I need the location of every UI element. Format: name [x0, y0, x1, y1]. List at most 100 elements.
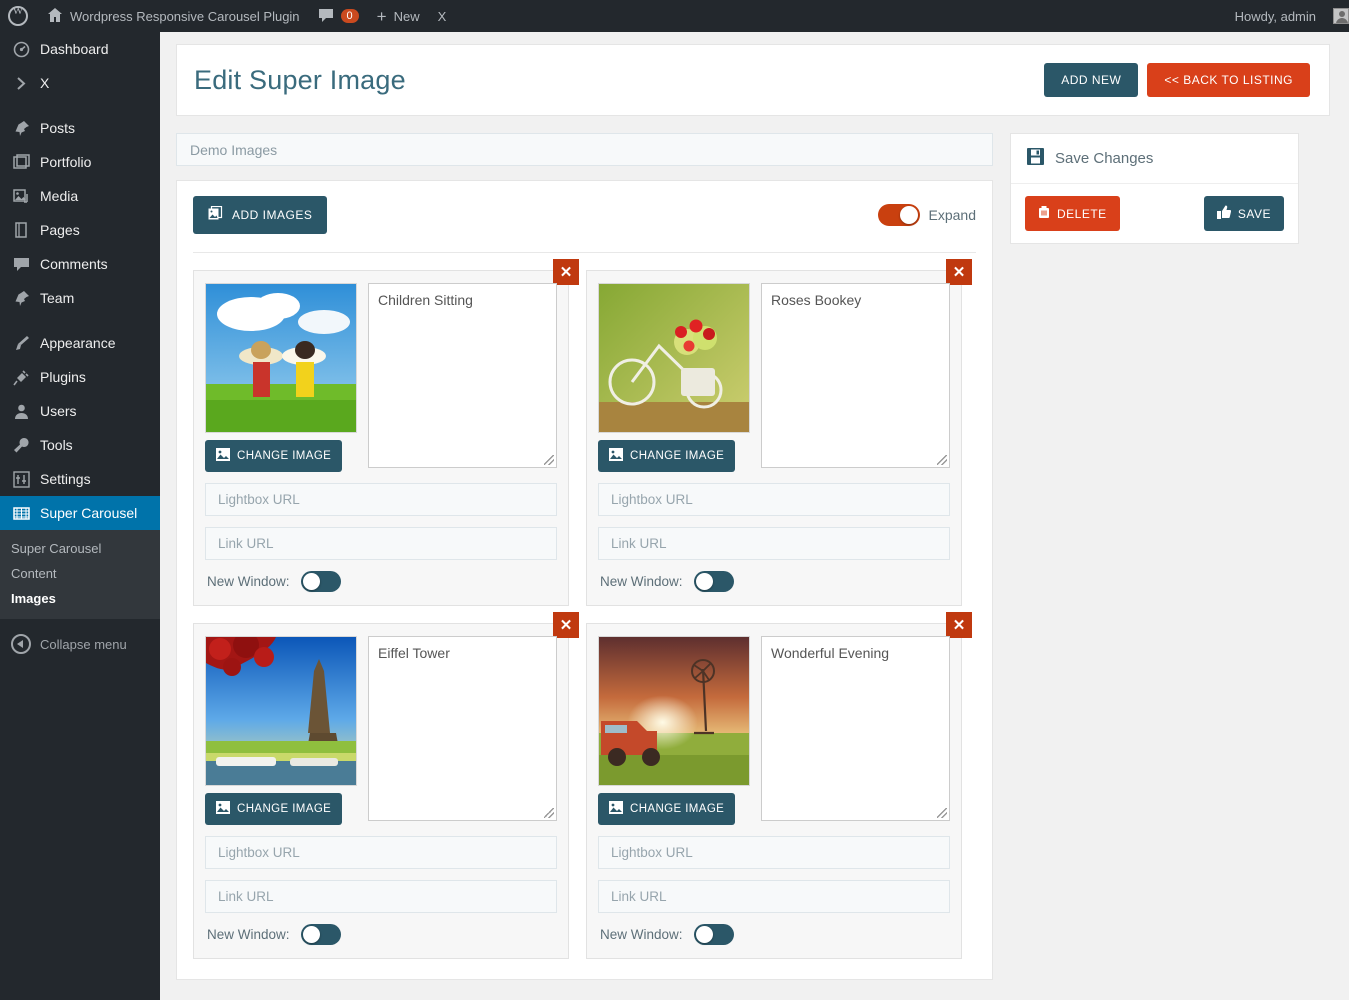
sliders-icon	[11, 469, 31, 489]
sidebar-item-label: Appearance	[40, 335, 116, 351]
sidebar-item-label: Pages	[40, 222, 80, 238]
site-title: Wordpress Responsive Carousel Plugin	[70, 8, 300, 24]
images-panel-toolbar: ADD IMAGES Expand	[193, 196, 976, 234]
sidebar-item-x[interactable]: X	[0, 66, 160, 100]
images-panel: ADD IMAGES Expand ✕ CHANGE IMAGE Childre…	[176, 180, 993, 980]
carousel-title-input[interactable]: Demo Images	[176, 133, 993, 166]
sidebar-item-label: Comments	[40, 256, 108, 272]
link-url-input[interactable]: Link URL	[598, 527, 950, 560]
remove-image-button[interactable]: ✕	[946, 259, 972, 285]
change-image-button[interactable]: CHANGE IMAGE	[598, 793, 736, 825]
new-window-toggle[interactable]	[693, 571, 734, 592]
sidebar-item-users[interactable]: Users	[0, 394, 160, 428]
new-content-button[interactable]: + New	[368, 0, 429, 32]
adminbar-extra-label: X	[437, 8, 447, 24]
comment-bubble-icon	[11, 254, 31, 274]
sidebar-item-posts[interactable]: Posts	[0, 111, 160, 145]
sidebar-item-settings[interactable]: Settings	[0, 462, 160, 496]
sidebar-item-label: Portfolio	[40, 154, 92, 170]
wordpress-logo-button[interactable]	[0, 0, 38, 32]
image-thumbnail[interactable]	[598, 636, 750, 786]
add-images-button[interactable]: ADD IMAGES	[193, 196, 328, 234]
remove-image-button[interactable]: ✕	[946, 612, 972, 638]
sidebar-subitem-images[interactable]: Images	[0, 586, 160, 611]
image-thumbnail[interactable]	[205, 636, 357, 786]
link-url-input[interactable]: Link URL	[598, 880, 950, 913]
lightbox-url-input[interactable]: Lightbox URL	[205, 836, 557, 869]
comments-link[interactable]: 0	[309, 0, 368, 32]
change-image-button[interactable]: CHANGE IMAGE	[598, 440, 736, 472]
thumbnail-column: CHANGE IMAGE	[598, 283, 750, 472]
chevron-right-icon	[11, 73, 31, 93]
sidebar-item-dashboard[interactable]: Dashboard	[0, 32, 160, 66]
sidebar-item-pages[interactable]: Pages	[0, 213, 160, 247]
new-label: New	[393, 8, 420, 24]
change-image-button[interactable]: CHANGE IMAGE	[205, 440, 343, 472]
carousel-icon	[11, 503, 31, 523]
link-url-input[interactable]: Link URL	[205, 880, 557, 913]
portfolio-icon	[11, 152, 31, 172]
image-cards-grid: ✕ CHANGE IMAGE Children Sitting Lightbox…	[193, 253, 976, 959]
content-area: Edit Super Image ADD NEW << BACK TO LIST…	[160, 32, 1349, 1000]
dashboard-icon	[11, 39, 31, 59]
lightbox-url-input[interactable]: Lightbox URL	[598, 483, 950, 516]
wrench-icon	[11, 435, 31, 455]
sidebar-subitem-super-carousel[interactable]: Super Carousel	[0, 536, 160, 561]
sidebar-item-label: Settings	[40, 471, 91, 487]
sidebar-subitem-content[interactable]: Content	[0, 561, 160, 586]
remove-image-button[interactable]: ✕	[553, 259, 579, 285]
sidebar-item-portfolio[interactable]: Portfolio	[0, 145, 160, 179]
pin-icon	[11, 288, 31, 308]
sidebar-item-media[interactable]: Media	[0, 179, 160, 213]
new-window-toggle[interactable]	[300, 571, 341, 592]
sidebar-item-label: Team	[40, 290, 75, 306]
image-thumbnail[interactable]	[205, 283, 357, 433]
avatar	[1333, 8, 1349, 24]
sidebar-item-label: Tools	[40, 437, 73, 453]
sidebar-item-label: X	[40, 75, 50, 91]
site-name-link[interactable]: Wordpress Responsive Carousel Plugin	[38, 0, 309, 32]
lightbox-url-input[interactable]: Lightbox URL	[598, 836, 950, 869]
wordpress-logo-icon	[8, 5, 28, 26]
save-button[interactable]: SAVE	[1203, 196, 1284, 231]
add-images-label: ADD IMAGES	[232, 208, 313, 222]
collapse-menu-button[interactable]: Collapse menu	[0, 627, 160, 661]
save-label: SAVE	[1237, 206, 1271, 221]
howdy-label: Howdy, admin	[1234, 8, 1316, 24]
picture-icon	[216, 448, 230, 464]
expand-toggle[interactable]	[877, 204, 920, 226]
sidebar-item-plugins[interactable]: Plugins	[0, 360, 160, 394]
body-columns: Demo Images ADD IMAGES Expand ✕ CHANGE I…	[176, 133, 1330, 980]
sidebar-item-comments[interactable]: Comments	[0, 247, 160, 281]
new-window-toggle[interactable]	[300, 924, 341, 945]
caption-textarea[interactable]: Wonderful Evening	[761, 636, 950, 821]
link-url-input[interactable]: Link URL	[205, 527, 557, 560]
sidebar-item-team[interactable]: Team	[0, 281, 160, 315]
caption-textarea[interactable]: Children Sitting	[368, 283, 557, 468]
sidebar-item-label: Dashboard	[40, 41, 109, 57]
remove-image-button[interactable]: ✕	[553, 612, 579, 638]
adminbar-extra-item[interactable]: X	[429, 0, 456, 32]
caption-textarea[interactable]: Roses Bookey	[761, 283, 950, 468]
sidebar-item-appearance[interactable]: Appearance	[0, 326, 160, 360]
admin-bar: Wordpress Responsive Carousel Plugin 0 +…	[0, 0, 1349, 32]
new-window-toggle[interactable]	[693, 924, 734, 945]
picture-icon	[216, 801, 230, 817]
delete-button[interactable]: DELETE	[1025, 196, 1120, 231]
add-new-button[interactable]: ADD NEW	[1044, 63, 1139, 97]
plug-icon	[11, 367, 31, 387]
card-top-row: CHANGE IMAGE Eiffel Tower	[205, 636, 557, 825]
back-to-listing-button[interactable]: << BACK TO LISTING	[1147, 63, 1310, 97]
sidebar-item-tools[interactable]: Tools	[0, 428, 160, 462]
sidebar-item-super-carousel[interactable]: Super Carousel	[0, 496, 168, 530]
save-changes-panel: Save Changes DELETE SAVE	[1010, 133, 1299, 244]
change-image-button[interactable]: CHANGE IMAGE	[205, 793, 343, 825]
image-card: ✕	[193, 259, 579, 606]
image-thumbnail[interactable]	[598, 283, 750, 433]
lightbox-url-input[interactable]: Lightbox URL	[205, 483, 557, 516]
change-image-label: CHANGE IMAGE	[630, 803, 725, 815]
adminbar-account[interactable]: Howdy, admin	[1226, 0, 1349, 32]
save-changes-actions: DELETE SAVE	[1011, 184, 1298, 243]
new-window-row: New Window:	[598, 924, 950, 945]
caption-textarea[interactable]: Eiffel Tower	[368, 636, 557, 821]
